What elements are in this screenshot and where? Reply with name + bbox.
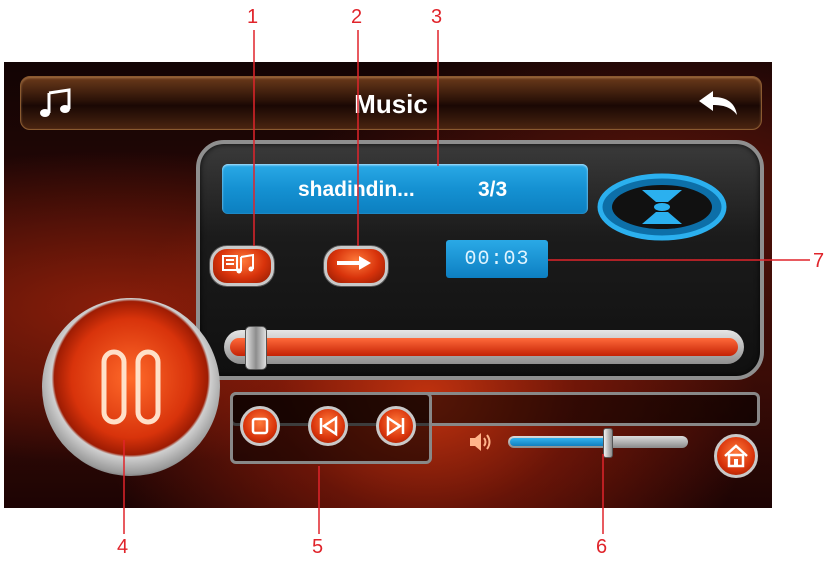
repeat-mode-button[interactable] — [324, 246, 388, 286]
home-icon — [724, 444, 748, 468]
track-count: 3/3 — [478, 178, 508, 201]
volume-slider[interactable] — [508, 428, 688, 458]
stop-button[interactable] — [240, 406, 280, 446]
previous-button[interactable] — [308, 406, 348, 446]
title-bar: Music — [20, 76, 762, 130]
callout-2: 2 — [351, 6, 363, 28]
volume-fill — [510, 438, 607, 446]
pause-icon — [101, 349, 161, 425]
callout-3: 3 — [431, 6, 443, 28]
song-title: shadindin... — [298, 178, 415, 201]
pause-button[interactable] — [42, 298, 220, 476]
playlist-icon — [222, 253, 254, 274]
callout-5: 5 — [312, 536, 324, 558]
progress-fill — [230, 338, 738, 356]
progress-slider[interactable] — [224, 326, 744, 370]
volume-icon — [470, 433, 491, 451]
home-button[interactable] — [714, 434, 758, 478]
callout-1: 1 — [247, 6, 259, 28]
repeat-arrow-icon — [337, 256, 371, 270]
previous-icon — [319, 415, 338, 437]
next-icon — [386, 415, 405, 437]
page-title: Music — [354, 89, 428, 119]
volume-handle[interactable] — [602, 428, 613, 458]
music-player-screen: Music shadindin... 3/3 00:03 — [4, 62, 772, 508]
playlist-button[interactable] — [210, 246, 274, 286]
callout-6: 6 — [596, 536, 608, 558]
song-info-display: shadindin... 3/3 — [222, 164, 588, 214]
elapsed-time: 00:03 — [464, 248, 530, 271]
progress-handle[interactable] — [245, 326, 268, 370]
back-arrow-icon[interactable] — [695, 87, 741, 119]
callout-4: 4 — [117, 536, 129, 558]
callout-7: 7 — [813, 250, 825, 272]
stop-icon — [251, 417, 269, 435]
disc-icon — [597, 173, 727, 241]
next-button[interactable] — [376, 406, 416, 446]
elapsed-time-display: 00:03 — [446, 240, 548, 278]
